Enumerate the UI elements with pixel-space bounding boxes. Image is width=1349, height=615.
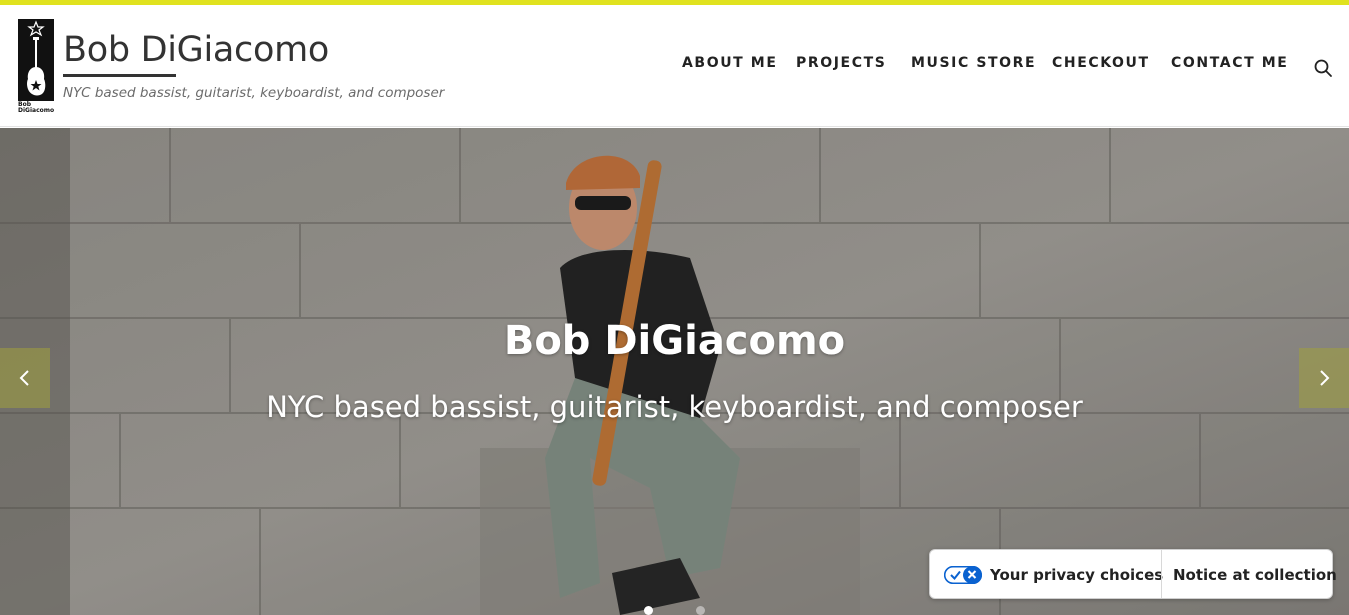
nav-music-store[interactable]: MUSIC STORE [911,55,1036,71]
privacy-banner: Your privacy choices Notice at collectio… [929,549,1337,599]
bass-guitar-icon [27,20,46,96]
site-logo[interactable]: Bob DiGiacomo [18,19,54,115]
slider-next-button[interactable] [1299,348,1349,408]
hero-slider: Bob DiGiacomo NYC based bassist, guitari… [0,128,1349,615]
privacy-choices-link[interactable]: Your privacy choices [990,566,1163,584]
hero-background-image [0,128,1349,615]
slider-dot-active[interactable] [644,606,653,615]
nav-projects[interactable]: PROJECTS [796,55,886,71]
site-tagline: NYC based bassist, guitarist, keyboardis… [63,85,445,101]
hero-subtitle: NYC based bassist, guitarist, keyboardis… [266,390,1083,424]
title-underline [63,74,176,77]
logo-badge [18,19,54,101]
nav-checkout[interactable]: CHECKOUT [1052,55,1150,71]
privacy-toggle-icon[interactable] [943,565,982,584]
nav-contact-me[interactable]: CONTACT ME [1171,55,1288,71]
hero-title: Bob DiGiacomo [503,318,846,364]
chevron-right-icon [1320,370,1330,386]
site-header: Bob DiGiacomo Bob DiGiacomo NYC based ba… [0,5,1349,127]
search-icon[interactable] [1313,58,1333,78]
slider-dot[interactable] [696,606,705,615]
chevron-left-icon [19,370,29,386]
site-title[interactable]: Bob DiGiacomo [63,28,329,72]
privacy-divider [1161,550,1162,598]
notice-at-collection-link[interactable]: Notice at collection [1173,566,1337,584]
slider-prev-button[interactable] [0,348,50,408]
nav-about-me[interactable]: ABOUT ME [682,55,778,71]
logo-text: Bob DiGiacomo [18,101,55,114]
